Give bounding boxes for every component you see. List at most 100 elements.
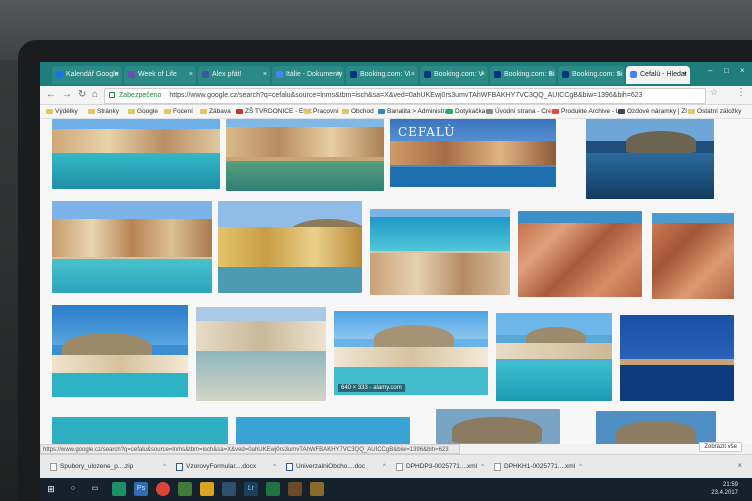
image-result[interactable] (596, 411, 716, 444)
home-icon[interactable]: ⌂ (92, 88, 98, 102)
back-icon[interactable]: ← (46, 88, 56, 102)
app-icon[interactable] (178, 482, 192, 496)
app-icon[interactable] (288, 482, 302, 496)
minimize-icon[interactable]: – (708, 66, 712, 75)
download-item[interactable]: Spubory_ulozene_p....zip ^ (48, 460, 168, 474)
bookmark-item[interactable]: Produkte Archive - Lo (552, 107, 623, 116)
tab-booking-4[interactable]: Booking.com: Si × (558, 66, 624, 84)
image-result[interactable]: CEFALÙ (390, 119, 556, 187)
image-result[interactable] (370, 209, 510, 295)
tab-cefalu-search[interactable]: Cefalù - Hledat × (626, 66, 690, 84)
tab-week-of-life[interactable]: Week of Life × (124, 66, 196, 84)
lightroom-icon[interactable]: Lr (244, 482, 258, 496)
booking-icon (562, 71, 569, 78)
tab-facebook[interactable]: Alex přát! × (198, 66, 270, 84)
bookmark-item[interactable]: Ozdové náramky | Zl (618, 107, 687, 116)
menu-icon[interactable]: ⋮ (736, 87, 746, 98)
chevron-up-icon[interactable]: ^ (481, 460, 484, 474)
download-item[interactable]: DPHKH1-0025771....xml ^ (492, 460, 584, 474)
bookmark-item-other[interactable]: Ostatní záložky (688, 107, 741, 116)
address-bar[interactable]: Zabezpečeno https://www.google.cz/search… (104, 88, 706, 104)
image-result[interactable] (218, 201, 362, 293)
tab-label: Booking.com: Vi (360, 71, 411, 78)
bookmark-item[interactable]: Focení (164, 107, 193, 116)
image-result[interactable] (52, 119, 220, 189)
app-icon[interactable] (222, 482, 236, 496)
bookmark-item[interactable]: Dotykačka (446, 107, 485, 116)
bookmark-item[interactable]: Výdělky (46, 107, 78, 116)
image-result[interactable] (518, 211, 642, 297)
image-results-grid: CEFALÙ 640 × 333 - alamy.com (40, 119, 752, 444)
download-item[interactable]: UniverzalniObcho....doc ^ (284, 460, 388, 474)
download-item[interactable]: DPHDP3-0025771....xml ^ (394, 460, 486, 474)
facebook-icon (202, 71, 209, 78)
close-icon[interactable]: × (481, 66, 485, 84)
image-result[interactable] (52, 417, 228, 444)
image-result[interactable]: 640 × 333 - alamy.com (334, 311, 488, 395)
image-result[interactable] (52, 201, 212, 293)
reload-icon[interactable]: ↻ (78, 88, 86, 102)
close-icon[interactable]: × (549, 66, 553, 84)
bookmark-label: Ozdové náramky | Zl (627, 108, 687, 115)
task-view-icon[interactable]: ▭ (88, 482, 102, 496)
maximize-icon[interactable]: □ (724, 66, 729, 75)
site-icon (618, 108, 625, 114)
close-icon[interactable]: × (189, 66, 193, 84)
image-result[interactable] (52, 305, 188, 397)
file-explorer-icon[interactable] (200, 482, 214, 496)
image-result[interactable] (236, 417, 410, 444)
windows-start-icon[interactable]: ⊞ (44, 482, 58, 496)
image-result[interactable] (620, 315, 734, 401)
excel-icon[interactable] (266, 482, 280, 496)
tab-booking-3[interactable]: Booking.com: Bi × (490, 66, 556, 84)
bookmark-item[interactable]: Úvodní strana - Creo (486, 107, 555, 116)
close-downloads-icon[interactable]: × (737, 461, 742, 470)
app-icon[interactable] (310, 482, 324, 496)
folder-icon (164, 108, 171, 114)
tab-booking-2[interactable]: Booking.com: V × (420, 66, 488, 84)
chevron-up-icon[interactable]: ^ (383, 460, 386, 474)
folder-icon (688, 108, 695, 114)
close-window-icon[interactable]: × (740, 66, 745, 75)
search-icon[interactable]: ○ (66, 482, 80, 496)
image-result[interactable] (196, 307, 326, 401)
image-result[interactable] (436, 409, 560, 444)
bookmark-item[interactable]: Pracovní (304, 107, 339, 116)
bookmark-item[interactable]: Obchod (342, 107, 374, 116)
forward-icon[interactable]: → (62, 88, 72, 102)
docs-icon (276, 71, 283, 78)
app-icon[interactable] (112, 482, 126, 496)
close-icon[interactable]: × (411, 66, 415, 84)
bookmark-star-icon[interactable]: ☆ (710, 87, 718, 98)
bookmark-item[interactable]: Banalita > Administra (378, 107, 448, 116)
close-icon[interactable]: × (337, 66, 341, 84)
close-icon[interactable]: × (263, 66, 267, 84)
tab-booking-1[interactable]: Booking.com: Vi × (346, 66, 418, 84)
google-icon (630, 71, 637, 78)
bookmark-item[interactable]: Zábava (200, 107, 231, 116)
image-result[interactable] (652, 213, 734, 299)
close-icon[interactable]: × (617, 66, 621, 84)
tab-kalendar[interactable]: Kalendář Google × (52, 66, 122, 84)
folder-icon (304, 108, 311, 114)
image-result[interactable] (496, 313, 612, 401)
bookmark-item[interactable]: Google (128, 107, 158, 116)
chevron-up-icon[interactable]: ^ (273, 460, 276, 474)
close-icon[interactable]: × (115, 66, 119, 84)
image-result[interactable] (226, 119, 384, 191)
chrome-icon[interactable] (156, 482, 170, 496)
photoshop-icon[interactable]: Ps (134, 482, 148, 496)
bookmark-label: Focení (173, 108, 193, 115)
tab-label: Booking.com: V (434, 71, 484, 78)
tab-italie-dokumenty[interactable]: Itálie - Dokumenty × (272, 66, 344, 84)
download-item[interactable]: VzorovyFormular....docx ^ (174, 460, 278, 474)
show-all-downloads-button[interactable]: Zobrazit vše (699, 442, 742, 452)
bookmark-item[interactable]: ZŠ TVRDONICE - Elek (236, 107, 312, 116)
folder-icon (200, 108, 207, 114)
chevron-up-icon[interactable]: ^ (163, 460, 166, 474)
close-icon[interactable]: × (683, 66, 687, 84)
system-tray-clock[interactable]: 21:59 23.4.2017 (711, 481, 738, 497)
image-result[interactable] (586, 119, 714, 199)
bookmark-item[interactable]: Stránky (88, 107, 119, 116)
chevron-up-icon[interactable]: ^ (579, 460, 582, 474)
